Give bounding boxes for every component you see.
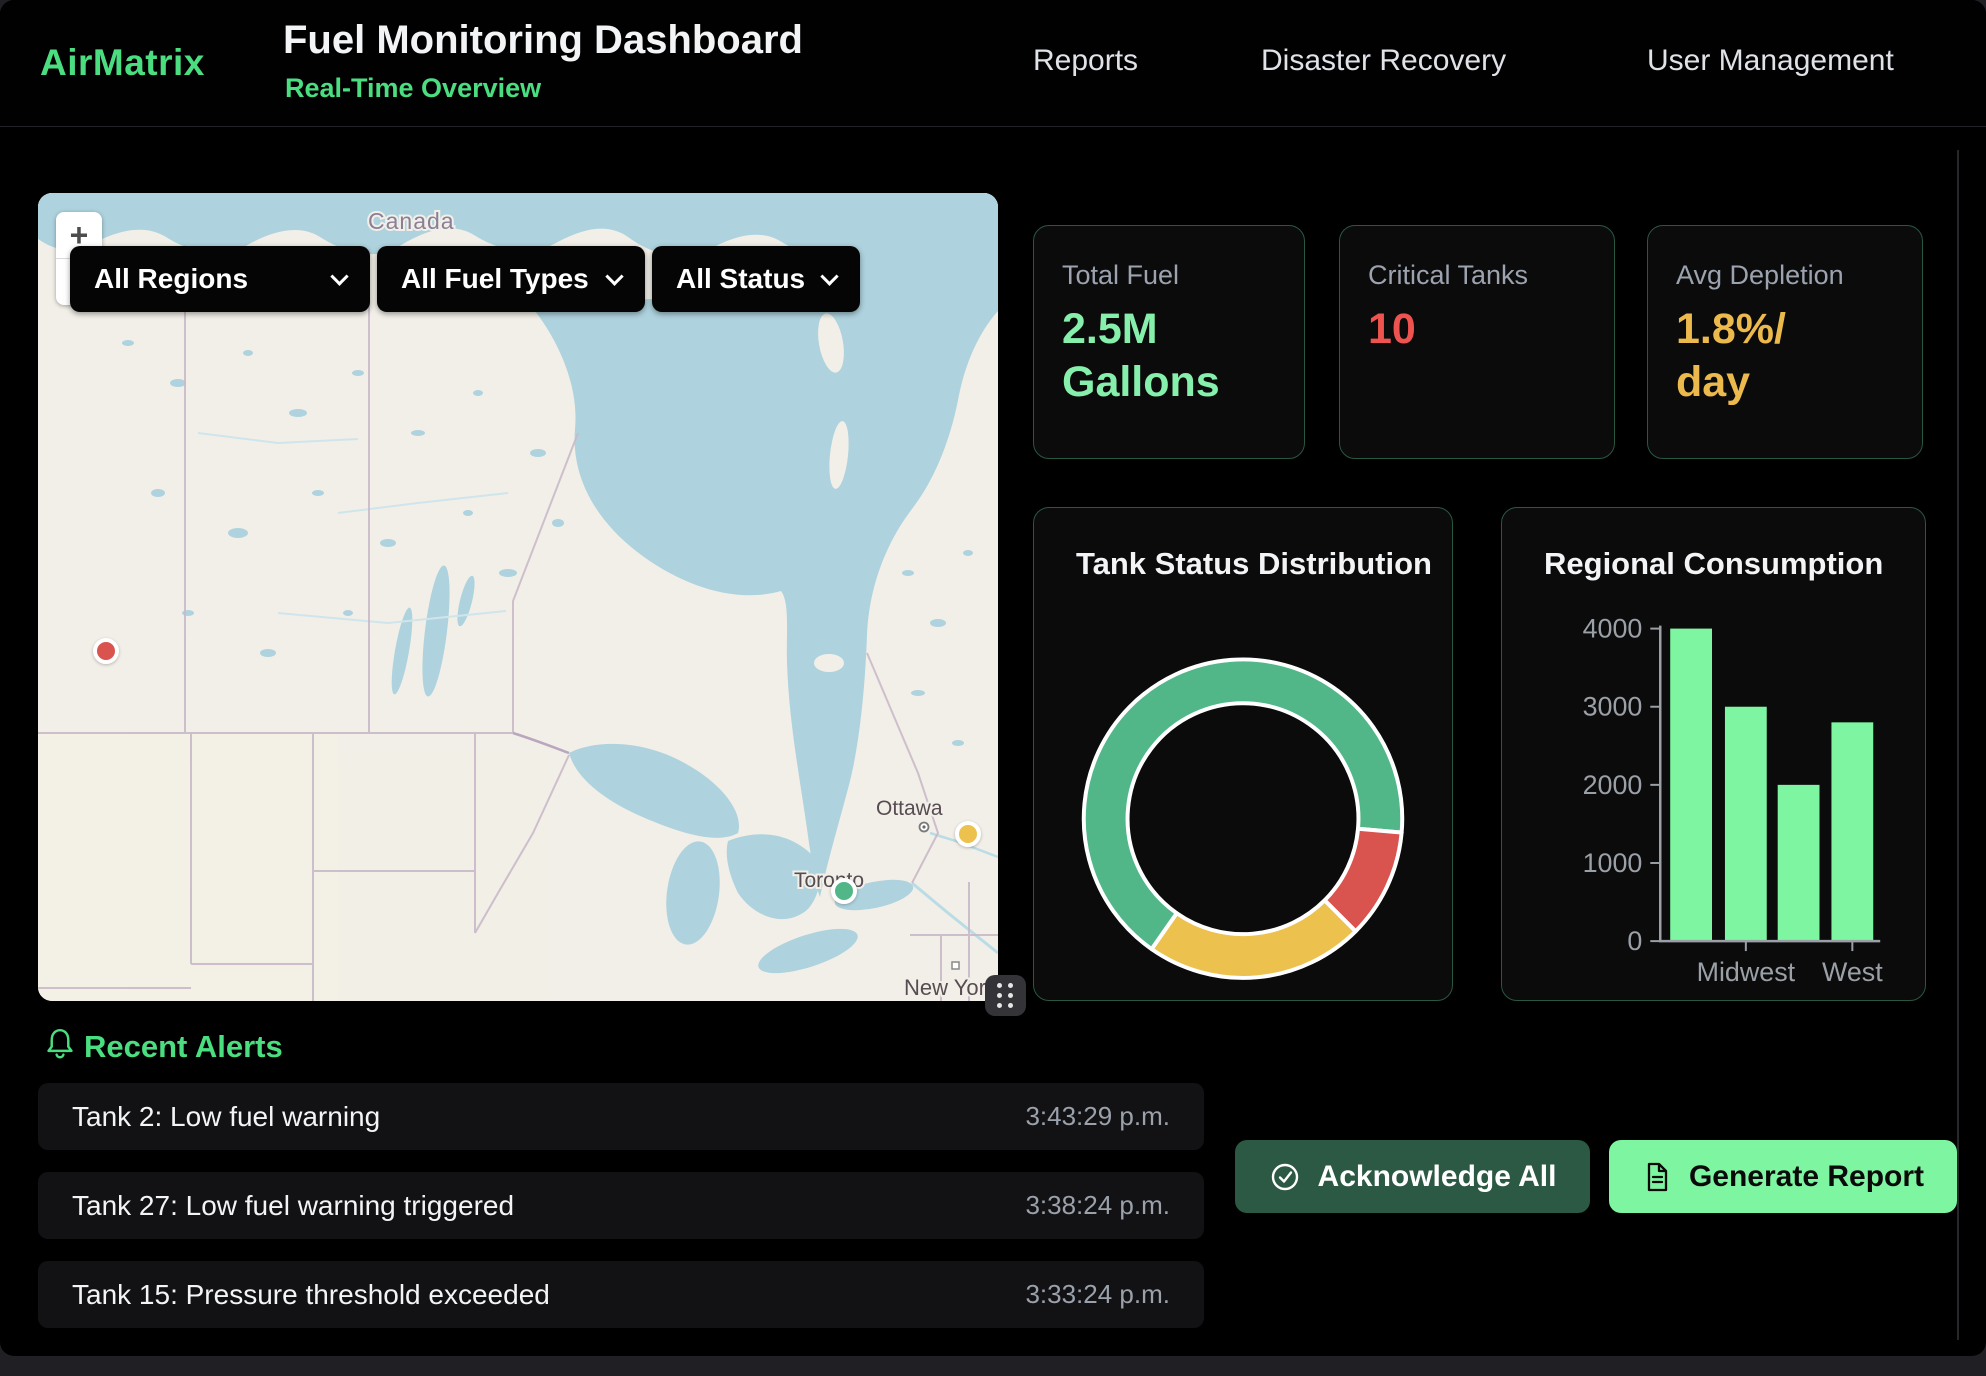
generate-report-label: Generate Report: [1689, 1160, 1924, 1194]
region-filter-value: All Regions: [94, 263, 248, 295]
map-label-canada: Canada: [368, 208, 455, 234]
stat-value: 1.8%/day: [1676, 303, 1796, 409]
chevron-down-icon: [330, 267, 348, 285]
stat-card-total-fuel: Total Fuel 2.5M Gallons: [1033, 225, 1305, 459]
map-panel[interactable]: Canada Ottawa Toronto New York + − All R…: [38, 193, 998, 1001]
bar: [1670, 629, 1712, 942]
alert-message: Tank 15: Pressure threshold exceeded: [72, 1279, 550, 1311]
bell-icon: [44, 1027, 76, 1061]
alert-message: Tank 2: Low fuel warning: [72, 1101, 380, 1133]
x-tick-label: Midwest: [1697, 957, 1796, 987]
page: AirMatrix Fuel Monitoring Dashboard Real…: [0, 0, 1986, 1376]
bar: [1831, 722, 1873, 941]
alert-timestamp: 3:38:24 p.m.: [1025, 1190, 1170, 1221]
tank-marker-normal[interactable]: [831, 878, 857, 904]
regional-consumption-chart-card: Regional Consumption 01000200030004000Mi…: [1501, 507, 1926, 1001]
generate-report-button[interactable]: Generate Report: [1609, 1140, 1957, 1213]
document-icon: [1642, 1161, 1672, 1193]
chevron-down-icon: [820, 267, 838, 285]
map-land-patch: [38, 733, 338, 1001]
dashboard-container: AirMatrix Fuel Monitoring Dashboard Real…: [0, 0, 1986, 1356]
acknowledge-all-label: Acknowledge All: [1318, 1160, 1557, 1194]
donut-segment-warning: [1152, 900, 1356, 978]
y-tick-label: 4000: [1583, 614, 1643, 644]
stat-card-avg-depletion: Avg Depletion 1.8%/day: [1647, 225, 1923, 459]
tank-marker-critical[interactable]: [93, 638, 119, 664]
fuel-type-filter-select[interactable]: All Fuel Types: [377, 246, 645, 312]
alert-row: Tank 15: Pressure threshold exceeded 3:3…: [38, 1261, 1204, 1328]
map-label-newyork: New York: [904, 975, 998, 1000]
y-tick-label: 0: [1627, 926, 1642, 956]
nav-disaster-recovery[interactable]: Disaster Recovery: [1261, 44, 1506, 78]
stat-label: Total Fuel: [1062, 260, 1276, 291]
regional-consumption-bar-chart: 0 1000 2000 3000 4000 Midwest West: [1502, 508, 1925, 1000]
ottawa-town-icon-dot: [922, 825, 925, 828]
tank-status-chart-card: Tank Status Distribution: [1033, 507, 1453, 1001]
alert-row: Tank 2: Low fuel warning 3:43:29 p.m.: [38, 1083, 1204, 1150]
stat-card-critical-tanks: Critical Tanks 10: [1339, 225, 1615, 459]
chevron-down-icon: [605, 267, 623, 285]
bar: [1778, 785, 1820, 941]
brand-logo: AirMatrix: [40, 42, 205, 84]
map-label-ottawa: Ottawa: [876, 797, 943, 820]
alert-timestamp: 3:33:24 p.m.: [1025, 1279, 1170, 1310]
y-tick-label: 3000: [1583, 692, 1643, 722]
tank-marker-warning[interactable]: [955, 821, 981, 847]
nav-user-management[interactable]: User Management: [1647, 44, 1894, 78]
y-tick-label: 1000: [1583, 848, 1643, 878]
map-canvas[interactable]: Canada Ottawa Toronto New York: [38, 193, 998, 1001]
y-tick-label: 2000: [1583, 770, 1643, 800]
stat-label: Critical Tanks: [1368, 260, 1586, 291]
recent-alerts-heading: Recent Alerts: [84, 1029, 283, 1065]
status-filter-value: All Status: [676, 263, 805, 295]
stat-label: Avg Depletion: [1676, 260, 1894, 291]
stat-value: 2.5M Gallons: [1062, 303, 1278, 409]
alert-row: Tank 27: Low fuel warning triggered 3:38…: [38, 1172, 1204, 1239]
map-land-patch: [338, 753, 548, 1001]
fuel-type-filter-value: All Fuel Types: [401, 263, 589, 295]
status-filter-select[interactable]: All Status: [652, 246, 860, 312]
map-island: [814, 654, 844, 672]
stat-value: 10: [1368, 303, 1584, 356]
check-circle-icon: [1269, 1161, 1301, 1193]
alert-timestamp: 3:43:29 p.m.: [1025, 1101, 1170, 1132]
nav-reports[interactable]: Reports: [1033, 44, 1138, 78]
page-subtitle: Real-Time Overview: [285, 73, 541, 104]
x-tick-label: West: [1822, 957, 1883, 987]
tank-status-doughnut-chart: [1034, 508, 1452, 1000]
scrollbar[interactable]: [1957, 150, 1959, 1340]
bar: [1725, 707, 1767, 941]
map-resize-handle[interactable]: [985, 975, 1026, 1016]
acknowledge-all-button[interactable]: Acknowledge All: [1235, 1140, 1590, 1213]
newyork-town-icon: [952, 962, 959, 969]
alert-message: Tank 27: Low fuel warning triggered: [72, 1190, 514, 1222]
app-header: AirMatrix Fuel Monitoring Dashboard Real…: [0, 0, 1986, 127]
region-filter-select[interactable]: All Regions: [70, 246, 370, 312]
page-title: Fuel Monitoring Dashboard: [283, 18, 803, 63]
